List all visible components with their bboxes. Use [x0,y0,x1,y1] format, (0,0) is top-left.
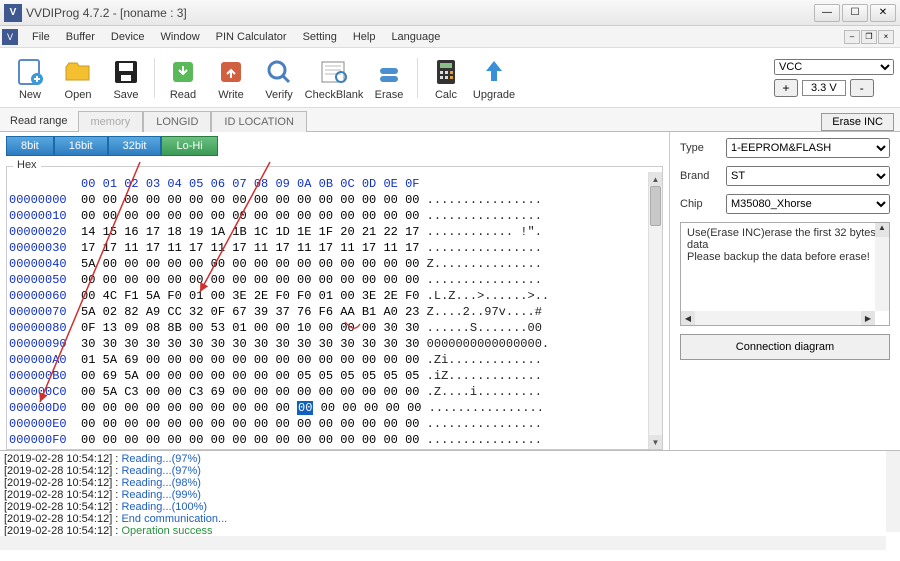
window-title: VVDIProg 4.7.2 - [noname : 3] [26,6,814,20]
write-icon [214,55,248,89]
menu-file[interactable]: File [24,29,58,45]
new-file-icon [13,55,47,89]
log-area: [2019-02-28 10:54:12] : Reading...(97%)[… [0,450,900,550]
bit32-button[interactable]: 32bit [108,136,162,156]
app-icon-small: V [2,29,18,45]
read-button[interactable]: Read [159,53,207,103]
minimize-button[interactable]: — [814,4,840,22]
chip-select[interactable]: M35080_Xhorse [726,194,890,214]
brand-label: Brand [680,170,720,182]
log-line: [2019-02-28 10:54:12] : Reading...(97%) [4,465,896,477]
read-icon [166,55,200,89]
mdi-close-button[interactable]: × [878,30,894,44]
lohi-button[interactable]: Lo-Hi [161,136,217,156]
erase-button[interactable]: Erase [365,53,413,103]
write-button[interactable]: Write [207,53,255,103]
log-line: [2019-02-28 10:54:12] : End communicatio… [4,513,896,525]
menu-buffer[interactable]: Buffer [58,29,103,45]
mdi-minimize-button[interactable]: – [844,30,860,44]
menu-pin-calculator[interactable]: PIN Calculator [208,29,295,45]
type-select[interactable]: 1-EEPROM&FLASH [726,138,890,158]
app-icon: V [4,4,22,22]
menu-window[interactable]: Window [153,29,208,45]
upgrade-button[interactable]: Upgrade [470,53,518,103]
calculator-icon [429,55,463,89]
menu-help[interactable]: Help [345,29,384,45]
new-button[interactable]: New [6,53,54,103]
hscroll-left-icon[interactable]: ◀ [681,311,695,325]
msg-hscrollbar[interactable]: ◀ ▶ [681,311,875,325]
hex-area: 8bit 16bit 32bit Lo-Hi Hex 00 01 02 03 0… [0,132,670,450]
checkblank-button[interactable]: CheckBlank [303,53,365,103]
log-vscrollbar[interactable] [886,451,900,532]
vcc-minus-button[interactable]: - [850,79,874,97]
connection-diagram-button[interactable]: Connection diagram [680,334,890,360]
right-panel: Type 1-EEPROM&FLASH Brand ST Chip M35080_Xh… [670,132,900,450]
verify-icon [262,55,296,89]
tab-longid[interactable]: LONGID [143,111,211,132]
scroll-up-icon[interactable]: ▲ [649,172,662,186]
hex-table[interactable]: 00 01 02 03 04 05 06 07 08 09 0A 0B 0C 0… [9,176,648,447]
vcc-mode-select[interactable]: VCC [774,59,894,75]
verify-button[interactable]: Verify [255,53,303,103]
log-hscrollbar[interactable] [0,536,886,550]
calc-button[interactable]: Calc [422,53,470,103]
save-icon [109,55,143,89]
hex-scrollbar[interactable]: ▲ ▼ [648,172,662,449]
mdi-restore-button[interactable]: ❐ [861,30,877,44]
vcc-value: 3.3 V [802,80,846,96]
scroll-down-icon[interactable]: ▼ [649,435,662,449]
bit8-button[interactable]: 8bit [6,136,54,156]
toolbar: New Open Save Read Write Verify CheckBla… [0,48,900,108]
titlebar: V VVDIProg 4.7.2 - [noname : 3] — ☐ ✕ [0,0,900,26]
log-line: [2019-02-28 10:54:12] : Reading...(99%) [4,489,896,501]
type-label: Type [680,142,720,154]
erase-icon [372,55,406,89]
log-line: [2019-02-28 10:54:12] : Reading...(97%) [4,453,896,465]
save-button[interactable]: Save [102,53,150,103]
main-area: 8bit 16bit 32bit Lo-Hi Hex 00 01 02 03 0… [0,132,900,450]
hscroll-right-icon[interactable]: ▶ [861,311,875,325]
msg-scroll-up-icon[interactable]: ▲ [875,223,889,237]
checkblank-icon [317,55,351,89]
log-line: [2019-02-28 10:54:12] : Reading...(100%) [4,501,896,513]
erase-inc-button[interactable]: Erase INC [821,113,894,131]
upgrade-icon [477,55,511,89]
chip-label: Chip [680,198,720,210]
close-button[interactable]: ✕ [870,4,896,22]
read-range-label: Read range [0,111,78,131]
bit16-button[interactable]: 16bit [54,136,108,156]
tab-memory[interactable]: memory [78,111,144,132]
menu-device[interactable]: Device [103,29,153,45]
maximize-button[interactable]: ☐ [842,4,868,22]
info-line2: Please backup the data before erase! [687,251,883,263]
info-line1: Use(Erase INC)erase the first 32 bytes d… [687,227,883,251]
menu-setting[interactable]: Setting [295,29,345,45]
hex-fieldset: Hex 00 01 02 03 04 05 06 07 08 09 0A 0B … [6,160,663,450]
vcc-plus-button[interactable]: + [774,79,798,97]
menubar: V File Buffer Device Window PIN Calculat… [0,26,900,48]
open-button[interactable]: Open [54,53,102,103]
brand-select[interactable]: ST [726,166,890,186]
folder-open-icon [61,55,95,89]
scroll-thumb[interactable] [650,186,661,226]
log-line: [2019-02-28 10:54:12] : Reading...(98%) [4,477,896,489]
tab-id-location[interactable]: ID LOCATION [211,111,306,132]
tabbar: Read range memory LONGID ID LOCATION Era… [0,108,900,132]
info-message-box: Use(Erase INC)erase the first 32 bytes d… [680,222,890,326]
menu-language[interactable]: Language [383,29,448,45]
hex-legend: Hex [13,160,41,171]
